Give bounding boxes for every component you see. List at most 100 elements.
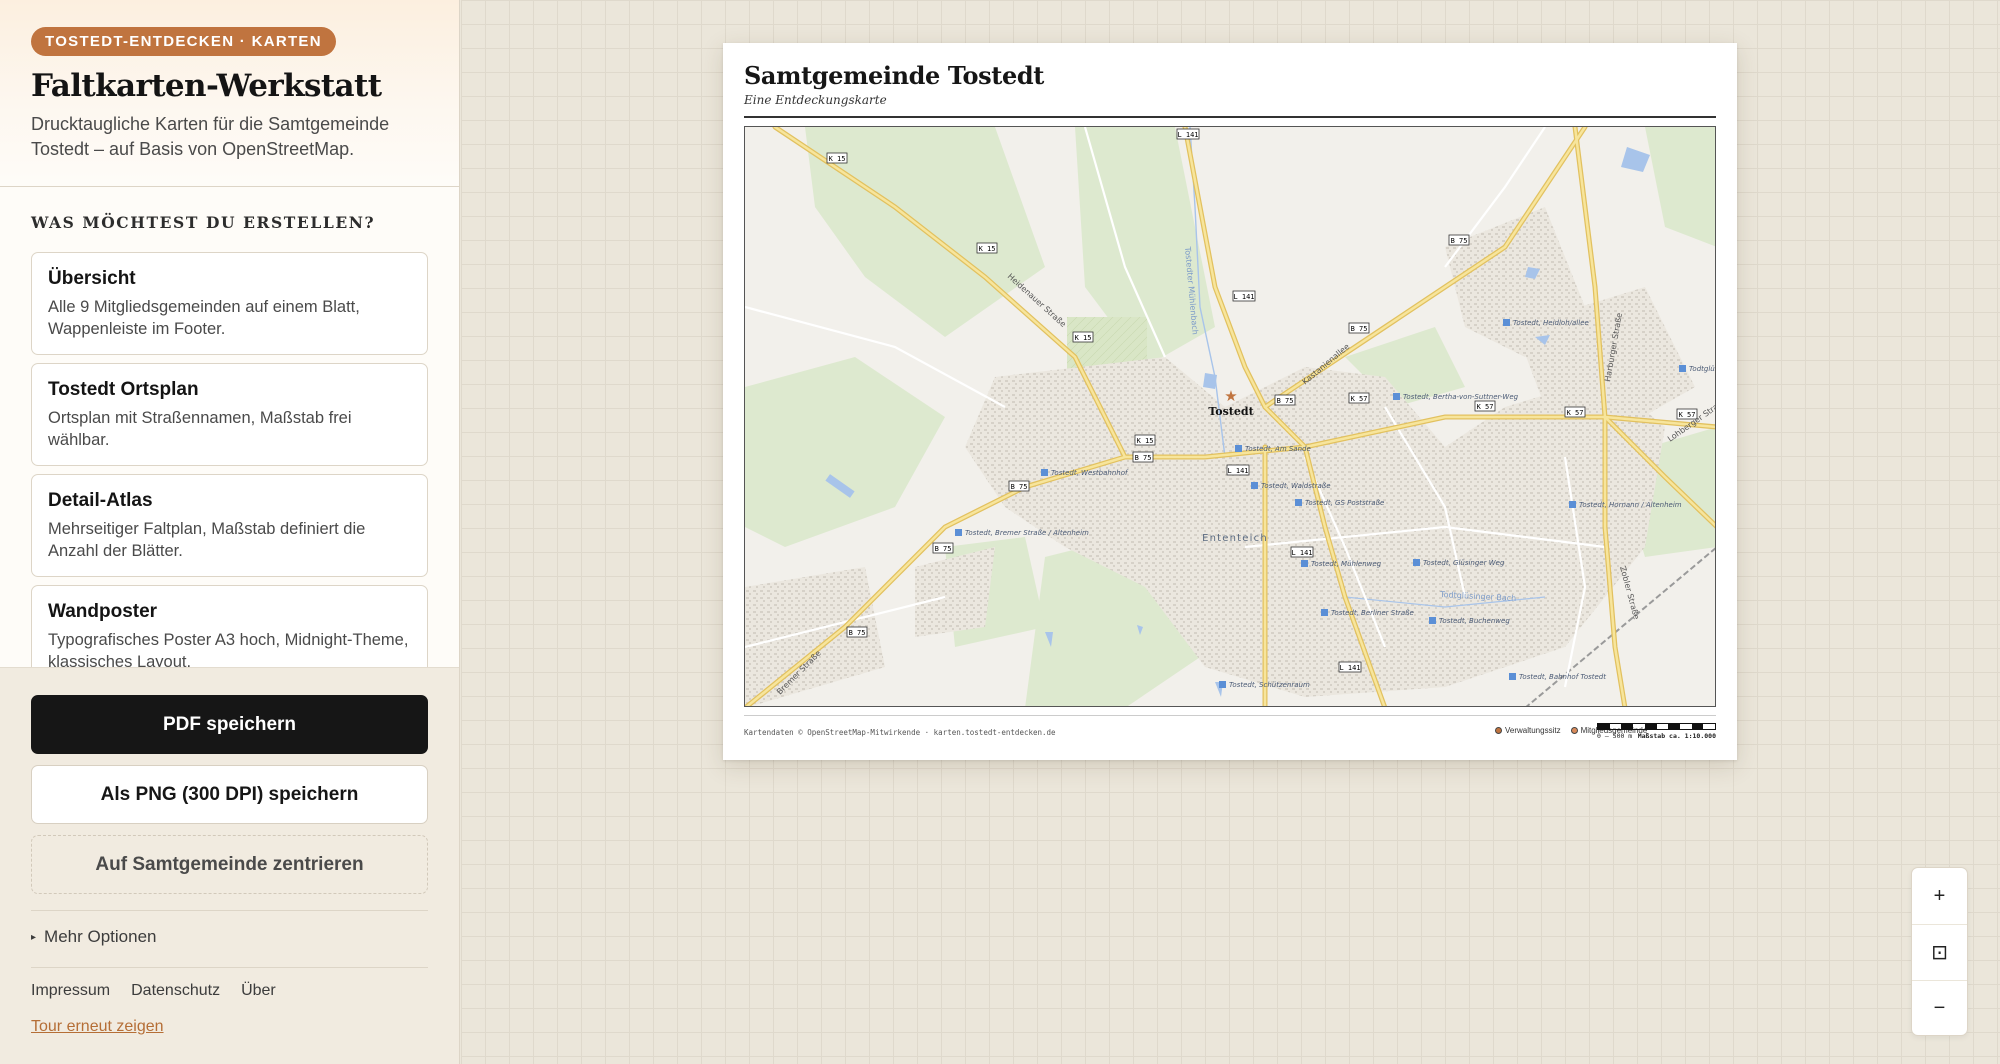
option-list[interactable]: WAS MÖCHTEST DU ERSTELLEN? Übersicht All… — [0, 187, 459, 667]
road-shield: L 141 — [1232, 290, 1256, 302]
road-shield: B 75 — [1274, 394, 1296, 406]
road-shield: B 75 — [1348, 322, 1370, 334]
svg-text:K 15: K 15 — [979, 245, 996, 253]
svg-text:Tostedt, Am Sande: Tostedt, Am Sande — [1245, 445, 1311, 453]
fit-to-page-button[interactable]: ⊡ — [1912, 924, 1967, 980]
scale-distance: 0 — 500 m — [1597, 732, 1633, 740]
road-shield: K 57 — [1348, 392, 1370, 404]
road-shield: B 75 — [932, 542, 954, 554]
road-shield: K 15 — [976, 242, 998, 254]
option-card-title: Wandposter — [48, 601, 158, 622]
svg-text:Tostedt, Bahnhof Tostedt: Tostedt, Bahnhof Tostedt — [1519, 673, 1606, 681]
svg-text:K 15: K 15 — [1075, 334, 1092, 342]
legend-label: Verwaltungssitz — [1505, 726, 1561, 735]
bus-stop: Tostedt, Schützenraum — [1219, 681, 1310, 689]
bus-stop: Tostedt, Hornann / Altenheim — [1569, 501, 1682, 509]
save-pdf-button[interactable]: PDF speichern — [31, 695, 428, 754]
svg-text:Tostedt, Mühlenweg: Tostedt, Mühlenweg — [1311, 560, 1382, 568]
bus-stop: Tostedt, Bertha-von-Suttner-Weg — [1393, 393, 1519, 401]
bus-stop: Tostedt, Berliner Straße — [1321, 609, 1414, 617]
road-shield: B 75 — [1008, 480, 1030, 492]
option-card-title: Übersicht — [48, 268, 136, 289]
save-png-button[interactable]: Als PNG (300 DPI) speichern — [31, 765, 428, 824]
option-card-wandposter[interactable]: Wandposter Typografisches Poster A3 hoch… — [31, 585, 428, 667]
svg-text:Tostedt, GS Poststraße: Tostedt, GS Poststraße — [1305, 499, 1384, 507]
impressum-link[interactable]: Impressum — [31, 982, 110, 1000]
map-title: Samtgemeinde Tostedt — [744, 61, 1044, 90]
sidebar-footer: PDF speichern Als PNG (300 DPI) speicher… — [0, 667, 459, 1064]
svg-text:B 75: B 75 — [1351, 325, 1368, 333]
svg-text:Tostedt, Bremer Straße / Alten: Tostedt, Bremer Straße / Altenheim — [965, 529, 1089, 537]
map-subtitle: Eine Entdeckungskarte — [744, 93, 887, 107]
disclosure-triangle-icon: ▸ — [31, 931, 37, 943]
svg-text:Tostedt, Schützenraum: Tostedt, Schützenraum — [1229, 681, 1310, 689]
road-shield: L 141 — [1290, 546, 1314, 558]
bus-stop: Todtglüsinger Heide — [1679, 365, 1716, 373]
svg-text:K 57: K 57 — [1477, 403, 1494, 411]
map-workspace[interactable]: Samtgemeinde Tostedt Eine Entdeckungskar… — [461, 0, 2000, 1064]
scale-segments — [1597, 723, 1716, 730]
svg-text:K 15: K 15 — [1137, 437, 1154, 445]
svg-text:L 141: L 141 — [1233, 293, 1254, 301]
svg-text:B 75: B 75 — [1011, 483, 1028, 491]
svg-text:K 57: K 57 — [1567, 409, 1584, 417]
datenschutz-link[interactable]: Datenschutz — [131, 982, 220, 1000]
svg-text:B 75: B 75 — [849, 629, 866, 637]
road-shield: K 15 — [826, 152, 848, 164]
zoom-out-button[interactable]: − — [1912, 980, 1967, 1036]
map-canvas[interactable]: L 141 K 15 K 15 K 15 K 15 B 75 B 75 B 75… — [744, 126, 1716, 707]
bus-stop: Tostedt, Bremer Straße / Altenheim — [955, 529, 1089, 537]
svg-text:L 141: L 141 — [1227, 467, 1248, 475]
district-label: Ententeich — [1202, 533, 1268, 544]
svg-text:Tostedt, Westbahnhof: Tostedt, Westbahnhof — [1051, 469, 1129, 477]
road-shield: L 141 — [1226, 464, 1250, 476]
map-svg[interactable]: L 141 K 15 K 15 K 15 K 15 B 75 B 75 B 75… — [745, 127, 1716, 707]
map-credits: Kartendaten © OpenStreetMap-Mitwirkende … — [744, 728, 1056, 737]
legend-dot-icon — [1495, 727, 1502, 734]
svg-text:Tostedt, Heidloh/allee: Tostedt, Heidloh/allee — [1513, 319, 1589, 327]
bus-stop: Tostedt, Am Sande — [1235, 445, 1311, 453]
tour-link[interactable]: Tour erneut zeigen — [31, 1018, 164, 1036]
road-shield: K 15 — [1134, 434, 1156, 446]
scale-bar: 0 — 500 m Maßstab ca. 1:10.000 — [1597, 723, 1716, 740]
map-sheet: Samtgemeinde Tostedt Eine Entdeckungskar… — [723, 43, 1737, 760]
bus-stop: Tostedt, Glüsinger Weg — [1413, 559, 1505, 567]
road-shield: K 57 — [1564, 406, 1586, 418]
option-card-uebersicht[interactable]: Übersicht Alle 9 Mitgliedsgemeinden auf … — [31, 252, 428, 355]
svg-text:B 75: B 75 — [935, 545, 952, 553]
ueber-link[interactable]: Über — [241, 982, 276, 1000]
bus-stop: Tostedt, Buchenweg — [1429, 617, 1510, 625]
svg-text:Tostedt, Berliner Straße: Tostedt, Berliner Straße — [1331, 609, 1414, 617]
more-options-label: Mehr Optionen — [44, 927, 157, 946]
section-title: WAS MÖCHTEST DU ERSTELLEN? — [31, 213, 376, 232]
option-card-desc: Mehrseitiger Faltplan, Maßstab definiert… — [48, 520, 366, 560]
zoom-in-button[interactable]: + — [1912, 868, 1967, 924]
road-shield: K 57 — [1474, 400, 1496, 412]
road-shield: K 15 — [1072, 331, 1094, 343]
option-card-ortsplan[interactable]: Tostedt Ortsplan Ortsplan mit Straßennam… — [31, 363, 428, 466]
svg-text:Tostedt, Bertha-von-Suttner-We: Tostedt, Bertha-von-Suttner-Weg — [1403, 393, 1519, 401]
svg-text:B 75: B 75 — [1135, 454, 1152, 462]
center-map-button[interactable]: Auf Samtgemeinde zentrieren — [31, 835, 428, 894]
option-card-detail-atlas[interactable]: Detail-Atlas Mehrseitiger Faltplan, Maßs… — [31, 474, 428, 577]
bus-stop: Tostedt, Bahnhof Tostedt — [1509, 673, 1606, 681]
legal-links: Impressum Datenschutz Über — [31, 967, 428, 1000]
road-shield: L 141 — [1176, 128, 1200, 140]
scale-ratio: Maßstab ca. 1:10.000 — [1637, 732, 1716, 740]
star-icon: ★ — [1224, 388, 1237, 405]
svg-text:Tostedt, Buchenweg: Tostedt, Buchenweg — [1439, 617, 1510, 625]
bus-stop: Tostedt, Waldstraße — [1251, 482, 1331, 490]
road-shield: L 141 — [1338, 661, 1362, 673]
scale-text: 0 — 500 m Maßstab ca. 1:10.000 — [1597, 732, 1716, 740]
title-rule — [744, 116, 1716, 118]
sidebar: TOSTEDT-ENTDECKEN · KARTEN Faltkarten-We… — [0, 0, 460, 1064]
more-options-toggle[interactable]: ▸ Mehr Optionen — [31, 910, 428, 947]
svg-text:L 141: L 141 — [1339, 664, 1360, 672]
zoom-controls: + ⊡ − — [1911, 867, 1968, 1036]
svg-text:Todtglüsinger Heide: Todtglüsinger Heide — [1689, 365, 1716, 373]
svg-text:B 75: B 75 — [1277, 397, 1294, 405]
option-card-title: Detail-Atlas — [48, 490, 153, 511]
center-label: Tostedt — [1208, 405, 1254, 418]
svg-text:Tostedt, Waldstraße: Tostedt, Waldstraße — [1261, 482, 1331, 490]
svg-text:Tostedt, Hornann / Altenheim: Tostedt, Hornann / Altenheim — [1579, 501, 1682, 509]
